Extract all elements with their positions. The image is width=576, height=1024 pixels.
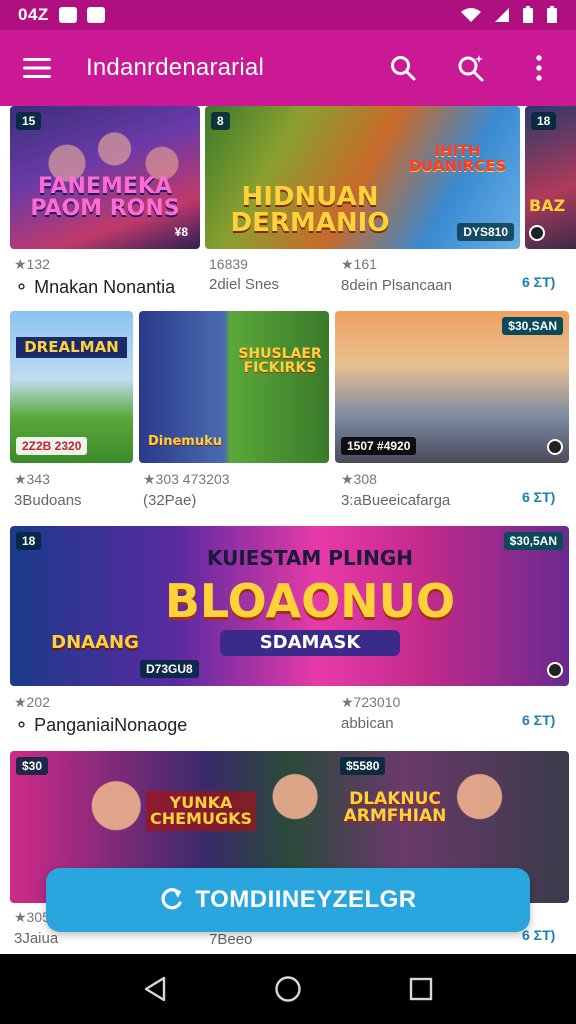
banner-meta-left: ★202 ⚬ PanganiaiNonaoge (14, 694, 314, 736)
tile-badge-right: $5580 (340, 757, 386, 775)
battery-icon (523, 6, 533, 23)
tile-badge: 8 (211, 112, 230, 130)
tile-price: 6 ΣT) (522, 927, 556, 943)
tile-name: 3Jaiua (14, 930, 59, 947)
status-time: 04Z (18, 5, 49, 24)
tile-price: 6 ΣT) (522, 489, 556, 505)
banner-sub: SDAMASK (220, 630, 400, 656)
app-screen: 04Z Indanrdenararial FANEMEKA PAOM RONS … (0, 0, 576, 1024)
tile-art-title: BAZ (529, 196, 566, 215)
tile-chip: 2Z2B 2320 (16, 437, 88, 455)
tile-meta-4: ★343 3Budoans (14, 471, 134, 509)
game-tile-1[interactable]: FANEMEKA PAOM RONS 15 ¥8 (10, 106, 200, 249)
notification-icon-2 (86, 7, 105, 23)
tile-badge: 18 (16, 532, 42, 550)
tile-rating: ★308 (341, 471, 377, 487)
tile-rating: ★723010 (341, 694, 401, 710)
tile-name: 3:aBueeicafarga (341, 492, 451, 509)
tile-name: 8dein Plsancaan (341, 277, 452, 294)
notification-icon (58, 7, 77, 23)
tile-corner: ¥8 (174, 225, 188, 239)
game-tile-6[interactable]: $30,SAN 1507 #4920 (335, 311, 569, 463)
tile-meta-6: ★308 3:aBueeicafarga (341, 471, 511, 509)
tile-rating: ★132 (14, 256, 50, 272)
tile-meta-3: ★161 8dein Plsancaan (341, 256, 501, 294)
banner-top-text: KUIESTAM PLINGH (206, 546, 414, 570)
system-nav-bar (0, 954, 576, 1024)
tile-art-title: HIDNUAN DERMANIO (230, 182, 390, 238)
tile-rating: ★161 (341, 256, 377, 272)
tile-rating: 16839 (209, 256, 248, 272)
tile-name: 3Budoans (14, 492, 82, 509)
recents-icon[interactable] (409, 977, 433, 1001)
search-sparkle-icon[interactable] (456, 53, 486, 83)
banner-left-text: DNAANG (51, 632, 139, 653)
tile-chip: 1507 #4920 (341, 437, 417, 455)
tile-price: 6 ΣT) (522, 712, 556, 728)
tile-avatar-icon (529, 225, 545, 241)
tile-art-sub: IHITH DUANIRCES (408, 142, 507, 175)
tile-rating: ★343 (14, 471, 50, 487)
game-tile-4[interactable]: DREALMAN 2Z2B 2320 (10, 311, 133, 463)
tile-chip: D73GU8 (140, 660, 199, 678)
game-tile-3[interactable]: BAZ 18 (525, 106, 576, 249)
app-bar: Indanrdenararial (0, 30, 576, 106)
banner-meta-right: ★723010 abbican (341, 694, 501, 732)
tile-badge: 18 (531, 112, 557, 130)
tile-avatar-icon (547, 662, 563, 678)
link-icon: ⚬ (14, 277, 35, 297)
primary-action-label: TOMDIINEYZELGR (195, 886, 417, 913)
tile-meta-1: ★132 ⚬ Mnakan Nonantia (14, 256, 194, 298)
back-icon[interactable] (143, 976, 167, 1002)
tile-badge: $30,SAN (502, 317, 563, 335)
tile-badge-right: $30,5AN (503, 532, 563, 550)
status-bar: 04Z (0, 0, 576, 30)
refresh-bolt-icon (161, 888, 182, 910)
tile-name: 2diel Snes (209, 276, 280, 293)
menu-icon[interactable] (22, 53, 52, 83)
signal-icon (495, 8, 509, 22)
primary-action-button[interactable]: TOMDIINEYZELGR (46, 868, 530, 932)
tile-price: 6 ΣT) (522, 274, 556, 290)
search-icon[interactable] (388, 53, 418, 83)
tile-meta-5: ★303 473203 (32Pae) (143, 471, 333, 509)
game-banner-1[interactable]: KUIESTAM PLINGH BLOAONUO SDAMASK DNAANG … (10, 526, 569, 686)
home-icon[interactable] (274, 975, 302, 1003)
game-tile-2[interactable]: HIDNUAN DERMANIO IHITH DUANIRCES 8 DYS81… (205, 106, 520, 249)
link-icon: ⚬ (14, 715, 35, 735)
tile-art-title: DREALMAN (16, 337, 127, 358)
tile-name: (32Pae) (143, 492, 197, 509)
tile-badge: 15 (16, 112, 42, 130)
tile-meta-2: 16839 2diel Snes (209, 256, 339, 293)
tile-name: PanganiaiNonaoge (34, 715, 188, 735)
banner-art-right: DLAKNUC ARMFHIAN (343, 789, 447, 826)
tile-art-sub: SHUSLAER FICKIRKS (238, 346, 322, 376)
game-tile-5[interactable]: Dinemuku SHUSLAER FICKIRKS (139, 311, 329, 463)
battery-icon-2 (547, 6, 557, 23)
more-vert-icon[interactable] (524, 53, 554, 83)
banner-art-left: YUNKA CHEMUGKS (146, 791, 256, 831)
tile-art-title: Dinemuku (147, 434, 223, 449)
tile-chip: DYS810 (457, 223, 514, 241)
page-title: Indanrdenararial (86, 54, 264, 81)
game-feed[interactable]: FANEMEKA PAOM RONS 15 ¥8 HIDNUAN DERMANI… (0, 106, 576, 954)
banner-title: BLOAONUO (164, 574, 456, 628)
tile-rating: ★303 473203 (143, 471, 230, 487)
tile-badge: $30 (16, 757, 49, 775)
tile-name: Mnakan Nonantia (34, 277, 176, 297)
tile-name: 7Beeo (209, 931, 253, 948)
wifi-icon (461, 8, 481, 22)
tile-rating: ★202 (14, 694, 50, 710)
tile-name: abbican (341, 715, 394, 732)
tile-avatar-icon (547, 439, 563, 455)
tile-art-title: FANEMEKA PAOM RONS (30, 174, 180, 221)
